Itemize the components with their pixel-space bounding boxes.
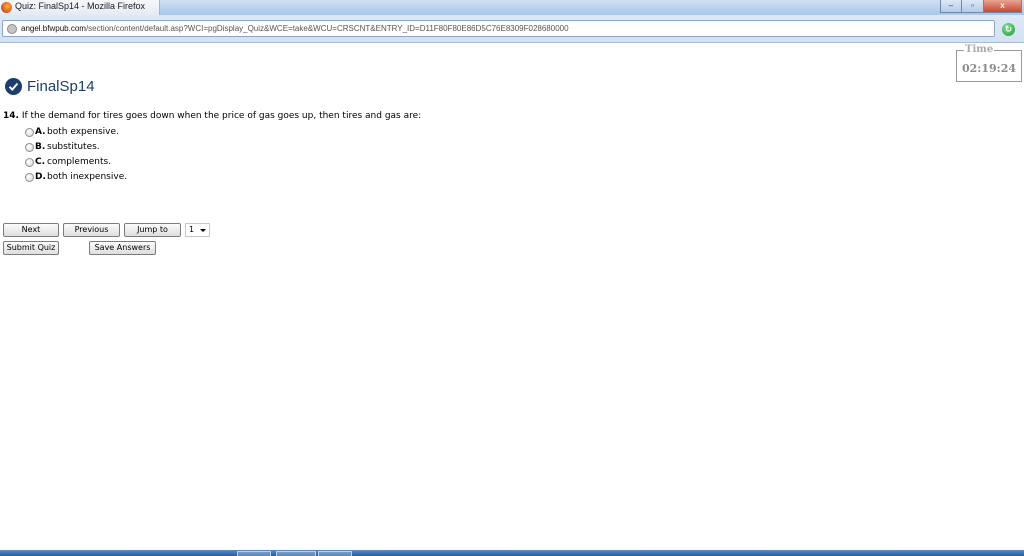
option-letter: A. [35,127,46,137]
address-bar[interactable]: angel.bfwpub.com/section/content/default… [2,20,995,37]
question-stem: If the demand for tires goes down when t… [21,111,422,121]
firefox-icon [1,2,12,13]
option-text: both inexpensive. [47,172,128,182]
option-text: both expensive. [47,127,119,137]
maximize-button[interactable]: ▫ [962,0,984,13]
timer-value: 02:19:24 [961,62,1017,75]
taskbar-item[interactable] [318,551,352,556]
window-title: Quiz: FinalSp14 - Mozilla Firefox [15,1,146,11]
site-identity-icon[interactable] [7,24,17,34]
jump-to-value: 1 [189,225,195,234]
option-letter: B. [35,142,46,152]
save-answers-button[interactable]: Save Answers [89,241,156,255]
checkmark-icon [5,78,22,95]
option-letter: C. [35,157,46,167]
radio-button[interactable] [25,143,34,152]
minimize-button[interactable]: – [940,0,962,13]
previous-button[interactable]: Previous [63,223,120,237]
option-letter: D. [35,172,46,182]
radio-button[interactable] [25,158,34,167]
timer-label: Time [964,44,995,55]
quiz-timer: Time 02:19:24 [956,44,1022,82]
jump-to-select[interactable]: 1 [185,223,210,237]
jump-to-button[interactable]: Jump to [124,223,181,237]
taskbar-item[interactable] [237,551,271,556]
navigation-bar: angel.bfwpub.com/section/content/default… [0,15,1024,43]
window-title-area: Quiz: FinalSp14 - Mozilla Firefox [0,0,160,15]
dropdown-arrow-icon [200,229,206,232]
option-text: complements. [47,157,112,167]
submit-quiz-button[interactable]: Submit Quiz [3,241,59,255]
quiz-title: FinalSp14 [27,78,95,95]
url-path: /section/content/default.asp?WCI=pgDispl… [85,24,569,33]
question-text: 14. If the demand for tires goes down wh… [3,111,421,121]
window-controls: – ▫ x [940,0,1022,13]
taskbar-item[interactable] [276,551,316,556]
url-host: angel.bfwpub.com [21,24,86,33]
close-button[interactable]: x [984,0,1022,13]
taskbar [0,550,1024,556]
reload-icon[interactable]: ↻ [1002,23,1015,36]
question-number: 14. [3,111,19,121]
next-button[interactable]: Next [3,223,59,237]
window-titlebar: Quiz: FinalSp14 - Mozilla Firefox – ▫ x [0,0,1024,15]
radio-button[interactable] [25,173,34,182]
url-text: angel.bfwpub.com/section/content/default… [21,24,569,33]
radio-button[interactable] [25,128,34,137]
option-text: substitutes. [47,142,100,152]
